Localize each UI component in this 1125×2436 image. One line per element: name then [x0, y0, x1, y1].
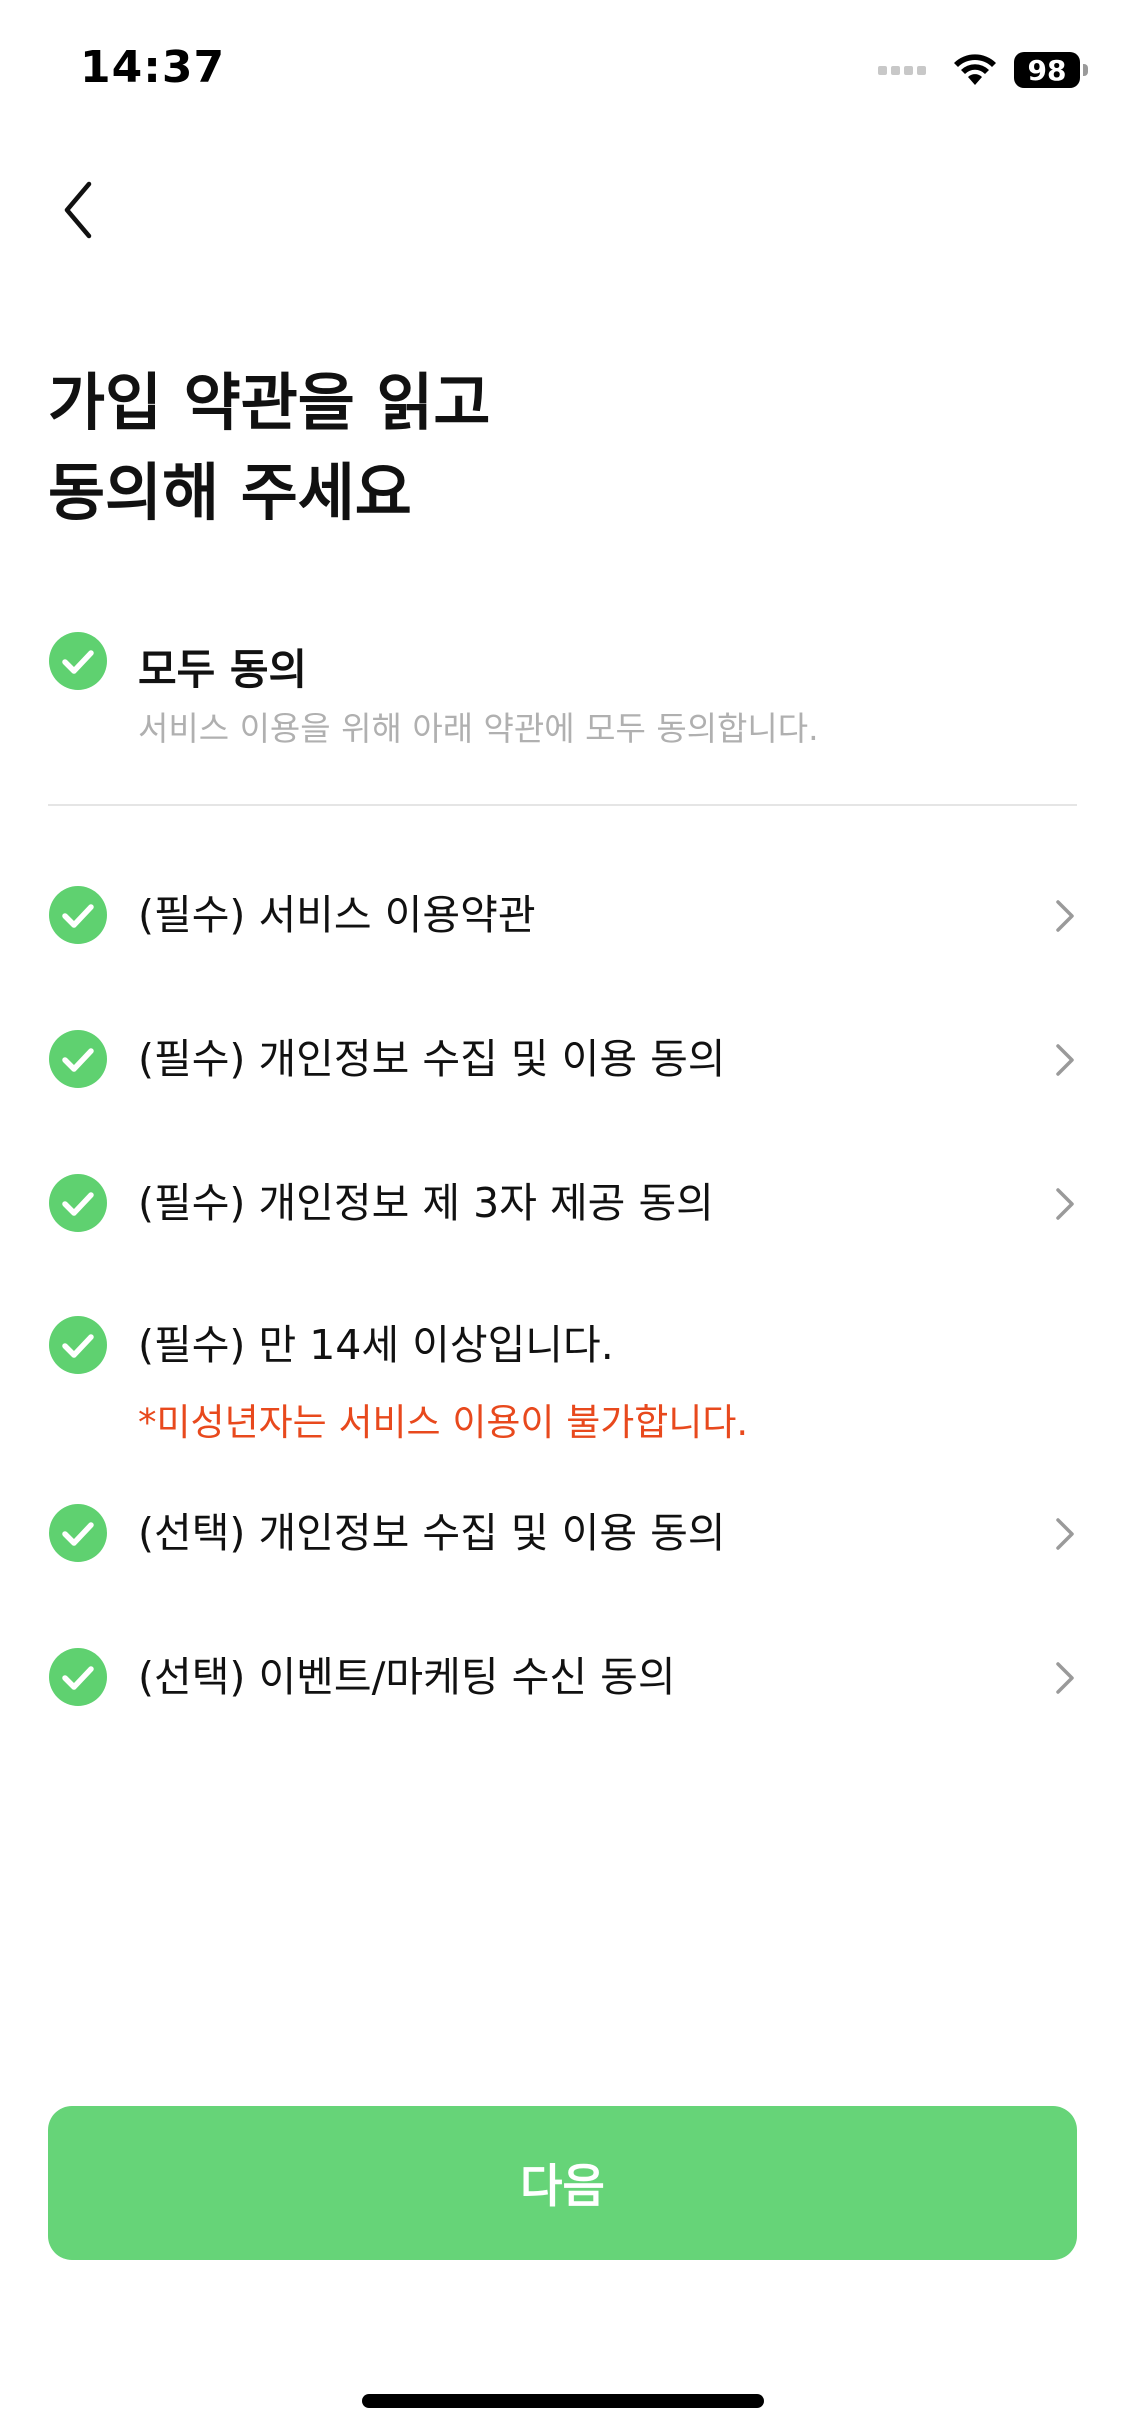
- term-item-third-party[interactable]: (필수) 개인정보 제 3자 제공 동의: [0, 1158, 1125, 1248]
- term-item-marketing[interactable]: (선택) 이벤트/마케팅 수신 동의: [0, 1632, 1125, 1722]
- term-item-privacy-required[interactable]: (필수) 개인정보 수집 및 이용 동의: [0, 1014, 1125, 1104]
- next-button[interactable]: 다음: [48, 2106, 1077, 2260]
- term-item-service[interactable]: (필수) 서비스 이용약관: [0, 870, 1125, 960]
- page-title-line2: 동의해 주세요: [48, 456, 412, 529]
- check-circle-icon[interactable]: [49, 1504, 107, 1562]
- age-warning-text: *미성년자는 서비스 이용이 불가합니다.: [138, 1401, 749, 1444]
- status-time: 14:37: [80, 42, 226, 93]
- divider: [48, 804, 1077, 806]
- signal-icon: [878, 65, 930, 75]
- term-label: (필수) 개인정보 수집 및 이용 동의: [138, 1035, 726, 1083]
- term-label: (필수) 서비스 이용약관: [138, 891, 536, 939]
- agree-all-description: 서비스 이용을 위해 아래 약관에 모두 동의합니다.: [138, 709, 819, 748]
- term-label: (필수) 만 14세 이상입니다.: [138, 1321, 614, 1369]
- check-circle-icon[interactable]: [49, 886, 107, 944]
- home-indicator[interactable]: [362, 2394, 764, 2408]
- wifi-icon: [954, 54, 996, 85]
- check-circle-icon[interactable]: [49, 1030, 107, 1088]
- check-circle-icon[interactable]: [49, 1316, 107, 1374]
- status-icons: 98: [878, 48, 1088, 92]
- term-label: (선택) 이벤트/마케팅 수신 동의: [138, 1653, 676, 1701]
- agree-all-label: 모두 동의: [138, 645, 308, 694]
- chevron-left-icon: [64, 181, 92, 239]
- check-circle-icon[interactable]: [49, 1648, 107, 1706]
- battery-icon: 98: [1014, 52, 1088, 88]
- term-item-age[interactable]: (필수) 만 14세 이상입니다. *미성년자는 서비스 이용이 불가합니다.: [0, 1300, 1125, 1450]
- check-circle-icon[interactable]: [49, 1174, 107, 1232]
- page-title-line1: 가입 약관을 읽고: [48, 366, 491, 439]
- term-label: (선택) 개인정보 수집 및 이용 동의: [138, 1509, 726, 1557]
- chevron-right-icon[interactable]: [1053, 1186, 1077, 1222]
- term-label: (필수) 개인정보 제 3자 제공 동의: [138, 1179, 714, 1227]
- chevron-right-icon[interactable]: [1053, 1042, 1077, 1078]
- term-item-privacy-optional[interactable]: (선택) 개인정보 수집 및 이용 동의: [0, 1488, 1125, 1578]
- check-circle-icon[interactable]: [49, 632, 107, 690]
- chevron-right-icon[interactable]: [1053, 898, 1077, 934]
- chevron-right-icon[interactable]: [1053, 1660, 1077, 1696]
- agree-all-row[interactable]: 모두 동의 서비스 이용을 위해 아래 약관에 모두 동의합니다.: [0, 632, 1125, 762]
- page-title: 가입 약관을 읽고 동의해 주세요: [48, 358, 490, 538]
- battery-level: 98: [1027, 53, 1067, 87]
- back-button[interactable]: [48, 172, 108, 248]
- chevron-right-icon[interactable]: [1053, 1516, 1077, 1552]
- status-bar: 14:37 98: [0, 0, 1125, 140]
